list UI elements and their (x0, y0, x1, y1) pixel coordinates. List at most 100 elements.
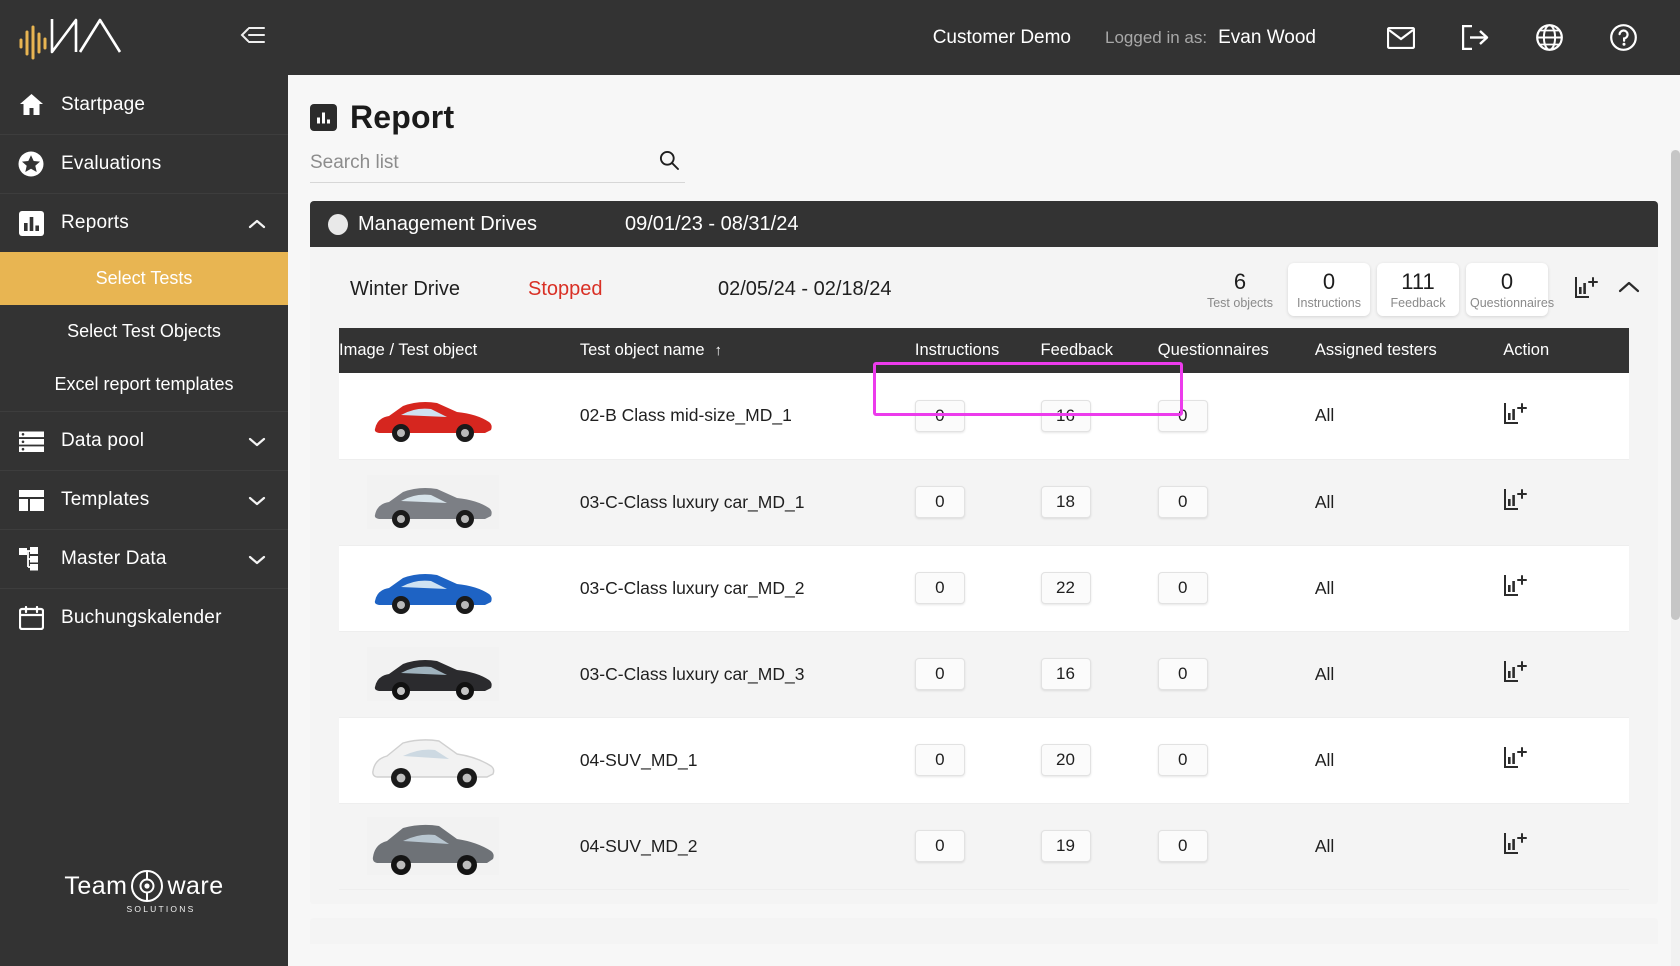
logout-icon[interactable] (1452, 25, 1498, 50)
cell-action (1503, 373, 1629, 459)
instructions-count-button[interactable]: 0 (914, 830, 965, 863)
column-header-instructions[interactable]: Instructions (914, 328, 1041, 374)
sidebar-item-select-tests[interactable]: Select Tests (0, 252, 288, 305)
logged-in-label: Logged in as: (1105, 27, 1208, 47)
feedback-count-button[interactable]: 16 (1040, 658, 1091, 691)
group-header-management-drives[interactable]: Management Drives 09/01/23 - 08/31/24 (310, 201, 1658, 247)
add-report-chart-icon[interactable] (1503, 488, 1528, 516)
instructions-count-button[interactable]: 0 (914, 486, 965, 519)
teamware-brand-b: ware (167, 871, 224, 900)
add-report-chart-icon[interactable] (1503, 746, 1528, 774)
teamware-logo: Team ware (64, 869, 223, 903)
help-icon[interactable] (1600, 24, 1646, 51)
chevron-up-icon[interactable] (248, 214, 266, 232)
cell-questionnaires: 0 (1157, 631, 1315, 717)
drive-panel-actions (1562, 276, 1640, 304)
add-report-chart-icon[interactable] (1574, 276, 1598, 304)
add-report-chart-icon[interactable] (1503, 574, 1528, 602)
instructions-count-button[interactable]: 0 (914, 572, 965, 605)
cell-feedback: 16 (1040, 373, 1158, 459)
questionnaires-count-button[interactable]: 0 (1157, 658, 1208, 691)
sidebar-item-label: Startpage (61, 93, 146, 115)
column-header-test-object-name[interactable]: Test object name ↑ (579, 328, 915, 374)
table-header: Image / Test object Test object name ↑ In… (339, 328, 1629, 374)
sidebar-item-evaluations[interactable]: Evaluations (0, 134, 288, 193)
list-icon (18, 428, 44, 454)
add-report-chart-icon[interactable] (1503, 402, 1528, 430)
sort-asc-icon[interactable]: ↑ (715, 342, 723, 359)
stat-instructions[interactable]: 0 Instructions (1288, 263, 1370, 317)
column-header-assigned-testers[interactable]: Assigned testers (1314, 328, 1504, 374)
chevron-down-icon[interactable] (248, 550, 266, 568)
table-row[interactable]: 03-C-Class luxury car_MD_3 0 16 0 All (339, 631, 1629, 718)
sidebar-item-startpage[interactable]: Startpage (0, 75, 288, 134)
search-list-field[interactable] (310, 150, 685, 183)
mail-icon[interactable] (1378, 26, 1424, 49)
instructions-count-button[interactable]: 0 (914, 399, 965, 432)
column-header-image[interactable]: Image / Test object (339, 328, 580, 374)
column-header-questionnaires[interactable]: Questionnaires (1157, 328, 1315, 374)
scrollbar-thumb[interactable] (1671, 150, 1680, 620)
sidebar-item-reports[interactable]: Reports (0, 193, 288, 252)
table-row[interactable]: 04-SUV_MD_2 0 19 0 All (339, 803, 1629, 890)
scrollbar-track[interactable] (1671, 150, 1680, 966)
questionnaires-count-button[interactable]: 0 (1157, 399, 1208, 432)
questionnaires-count-button[interactable]: 0 (1157, 486, 1208, 519)
cell-assigned-testers: All (1314, 749, 1335, 770)
customer-name: Customer Demo (932, 26, 1072, 48)
drive-status-badge: Stopped (528, 278, 603, 301)
sidebar-item-excel-report-templates[interactable]: Excel report templates (0, 358, 288, 411)
content-area: Report Management Drives 09/01/23 - 08/3… (288, 75, 1680, 966)
cell-test-object-name: 02-B Class mid-size_MD_1 (579, 405, 792, 426)
cell-test-object-name: 04-SUV_MD_1 (579, 749, 698, 770)
cell-image (339, 631, 580, 717)
instructions-count-button[interactable]: 0 (914, 744, 965, 777)
feedback-count-button[interactable]: 16 (1040, 399, 1091, 432)
page-title-text: Report (350, 99, 455, 135)
stat-value: 6 (1233, 269, 1247, 294)
questionnaires-count-button[interactable]: 0 (1157, 572, 1208, 605)
cell-feedback: 16 (1040, 631, 1158, 717)
add-report-chart-icon[interactable] (1503, 660, 1528, 688)
sidebar-item-data-pool[interactable]: Data pool (0, 411, 288, 470)
status-dot-grey (328, 213, 348, 235)
column-header-feedback[interactable]: Feedback (1040, 328, 1158, 374)
cell-action (1503, 631, 1629, 717)
page-header: Report (288, 75, 1680, 183)
table-row[interactable]: 02-B Class mid-size_MD_1 0 16 0 All (339, 373, 1629, 460)
feedback-count-button[interactable]: 20 (1040, 744, 1091, 777)
instructions-count-button[interactable]: 0 (914, 658, 965, 691)
sidebar-sub-label: Excel report templates (54, 374, 234, 394)
table-row[interactable]: 03-C-Class luxury car_MD_2 0 22 0 All (339, 545, 1629, 632)
cell-assigned-testers: All (1314, 491, 1335, 512)
stat-feedback[interactable]: 111 Feedback (1377, 263, 1459, 317)
next-drive-panel-stub (310, 917, 1658, 944)
car-thumbnail-black (367, 647, 499, 702)
feedback-count-button[interactable]: 19 (1040, 830, 1091, 863)
sidebar-item-master-data[interactable]: Master Data (0, 529, 288, 588)
chevron-down-icon[interactable] (248, 491, 266, 509)
cell-action (1503, 459, 1629, 545)
collapse-sidebar-icon[interactable] (240, 24, 266, 51)
add-report-chart-icon[interactable] (1503, 832, 1528, 860)
feedback-count-button[interactable]: 18 (1040, 486, 1091, 519)
search-icon[interactable] (659, 150, 679, 175)
sidebar-item-buchungskalender[interactable]: Buchungskalender (0, 588, 288, 647)
questionnaires-count-button[interactable]: 0 (1157, 744, 1208, 777)
table-row[interactable]: 04-SUV_MD_1 0 20 0 All (339, 717, 1629, 804)
sidebar-item-label: Evaluations (61, 153, 162, 174)
language-globe-icon[interactable] (1526, 24, 1572, 51)
table-row[interactable]: 03-C-Class luxury car_MD_1 0 18 0 All (339, 459, 1629, 546)
column-label: Test object name (579, 341, 705, 360)
sidebar-item-templates[interactable]: Templates (0, 470, 288, 529)
stat-label: Instructions (1297, 296, 1361, 311)
search-input[interactable] (310, 151, 659, 174)
main-area: Customer Demo Logged in as: Evan Wood Re… (288, 0, 1680, 966)
chevron-down-icon[interactable] (248, 432, 266, 450)
questionnaires-count-button[interactable]: 0 (1157, 830, 1208, 863)
feedback-count-button[interactable]: 22 (1040, 572, 1091, 605)
collapse-drive-chevron-up-icon[interactable] (1618, 280, 1640, 299)
stat-questionnaires[interactable]: 0 Questionnaires (1466, 263, 1554, 317)
sidebar-item-select-test-objects[interactable]: Select Test Objects (0, 305, 288, 358)
sidebar-item-label: Templates (61, 489, 150, 510)
